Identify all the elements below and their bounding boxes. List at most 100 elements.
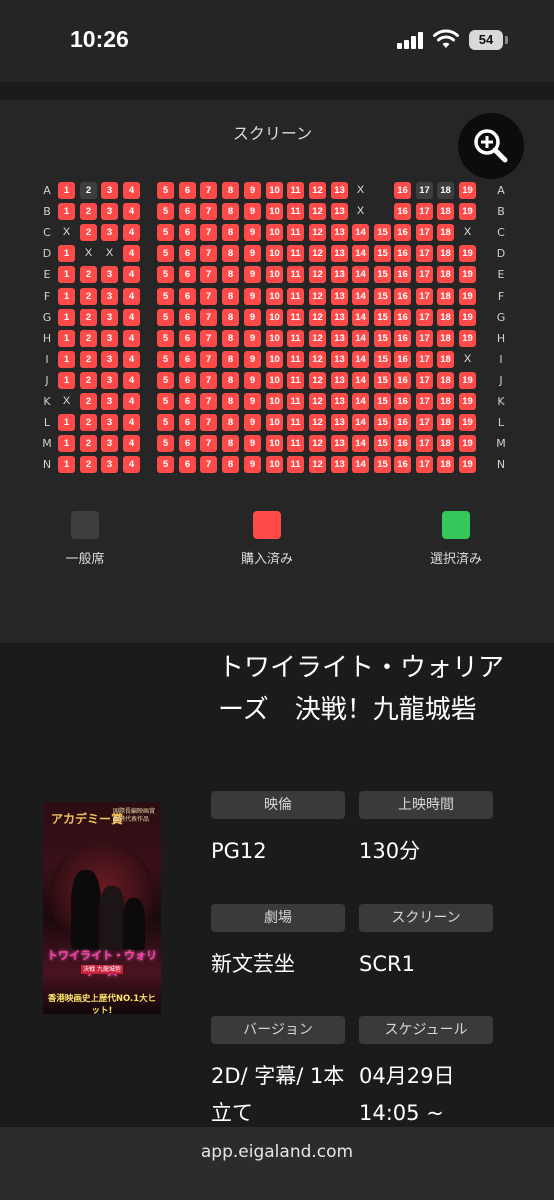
seat-available[interactable]: 17 (416, 182, 433, 199)
seat-sold: 5 (157, 351, 174, 368)
seat-sold: 18 (437, 245, 454, 262)
seat-sold: 16 (394, 435, 411, 452)
seat-sold: 12 (309, 224, 326, 241)
poster-figure (99, 886, 125, 950)
row-label-right: A (497, 184, 505, 197)
seat-available[interactable]: 2 (80, 182, 97, 199)
seat-blocked: X (356, 184, 365, 196)
zoom-in-icon (474, 129, 508, 163)
row-label-right: E (497, 268, 505, 281)
seat-sold: 4 (123, 266, 140, 283)
seat-sold: 1 (58, 182, 75, 199)
seat-sold: 14 (352, 288, 369, 305)
row-label-right: N (496, 458, 506, 471)
legend-purchased-swatch (253, 511, 281, 539)
screen-info-label: スクリーン (359, 904, 493, 932)
seat-sold: 2 (80, 456, 97, 473)
seat-sold: 6 (179, 393, 196, 410)
seat-sold: 1 (58, 245, 75, 262)
seat-sold: 6 (179, 351, 196, 368)
seat-sold: 4 (123, 203, 140, 220)
seat-sold: 2 (80, 224, 97, 241)
zoom-in-button[interactable] (458, 113, 524, 179)
seat-sold: 12 (309, 203, 326, 220)
seat-sold: 14 (352, 372, 369, 389)
seat-sold: 8 (222, 266, 239, 283)
status-bar: 10:26 54 (0, 0, 554, 82)
seat-sold: 13 (331, 288, 348, 305)
seat-sold: 17 (416, 266, 433, 283)
seat-sold: 18 (437, 203, 454, 220)
url-text[interactable]: app.eigaland.com (0, 1142, 554, 1162)
seat-sold: 7 (200, 203, 217, 220)
seat-sold: 5 (157, 330, 174, 347)
seat-sold: 15 (374, 309, 391, 326)
seat-sold: 2 (80, 288, 97, 305)
seat-blocked: X (84, 247, 93, 259)
seat-sold: 13 (331, 224, 348, 241)
legend-purchased-label: 購入済み (240, 552, 293, 567)
row-label-left: G (42, 311, 52, 324)
seat-sold: 1 (58, 288, 75, 305)
seat-sold: 18 (437, 372, 454, 389)
seat-sold: 5 (157, 224, 174, 241)
seat-sold: 10 (266, 456, 283, 473)
seat-sold: 14 (352, 266, 369, 283)
seat-sold: 5 (157, 182, 174, 199)
seat-sold: 5 (157, 203, 174, 220)
seat-sold: 3 (101, 182, 118, 199)
seat-sold: 3 (101, 351, 118, 368)
seat-sold: 17 (416, 435, 433, 452)
seat-sold: 11 (287, 245, 304, 262)
seat-sold: 9 (244, 330, 261, 347)
seat-sold: 5 (157, 245, 174, 262)
film-title: トワイライト・ウォリアーズ 決戦！九龍城砦 (218, 653, 505, 725)
seat-sold: 4 (123, 224, 140, 241)
browser-url-bar[interactable] (0, 1127, 554, 1200)
seat-sold: 2 (80, 393, 97, 410)
seat-sold: 7 (200, 435, 217, 452)
seat-sold: 13 (331, 330, 348, 347)
seat-sold: 19 (459, 372, 476, 389)
seat-sold: 2 (80, 372, 97, 389)
seat-sold: 16 (394, 182, 411, 199)
seat-sold: 4 (123, 435, 140, 452)
seat-sold: 18 (437, 224, 454, 241)
seat-sold: 15 (374, 456, 391, 473)
seat-sold: 5 (157, 288, 174, 305)
seat-sold: 4 (123, 414, 140, 431)
seat-sold: 7 (200, 351, 217, 368)
seat-sold: 15 (374, 224, 391, 241)
seat-sold: 10 (266, 288, 283, 305)
seat-sold: 11 (287, 224, 304, 241)
seat-sold: 16 (394, 372, 411, 389)
seat-sold: 3 (101, 414, 118, 431)
seat-sold: 1 (58, 309, 75, 326)
seat-sold: 10 (266, 266, 283, 283)
seat-available[interactable]: 18 (437, 182, 454, 199)
row-label-left: J (45, 374, 49, 387)
seat-sold: 12 (309, 372, 326, 389)
seat-sold: 19 (459, 182, 476, 199)
seat-sold: 17 (416, 372, 433, 389)
seat-sold: 10 (266, 351, 283, 368)
theater-label: 劇場 (211, 904, 345, 932)
row-label-right: H (496, 332, 506, 345)
seat-sold: 7 (200, 309, 217, 326)
runtime-label: 上映時間 (359, 791, 493, 819)
seat-sold: 2 (80, 309, 97, 326)
seat-sold: 15 (374, 266, 391, 283)
battery-nub (505, 36, 508, 44)
cellular-signal-icon (397, 31, 427, 49)
seat-sold: 14 (352, 330, 369, 347)
seat-sold: 19 (459, 456, 476, 473)
runtime-value: 130分 (359, 839, 421, 863)
seat-sold: 5 (157, 309, 174, 326)
seat-sold: 2 (80, 435, 97, 452)
row-label-right: I (499, 353, 503, 366)
seat-sold: 10 (266, 245, 283, 262)
seat-sold: 1 (58, 266, 75, 283)
row-label-left: H (42, 332, 52, 345)
seat-sold: 7 (200, 288, 217, 305)
seat-sold: 13 (331, 309, 348, 326)
